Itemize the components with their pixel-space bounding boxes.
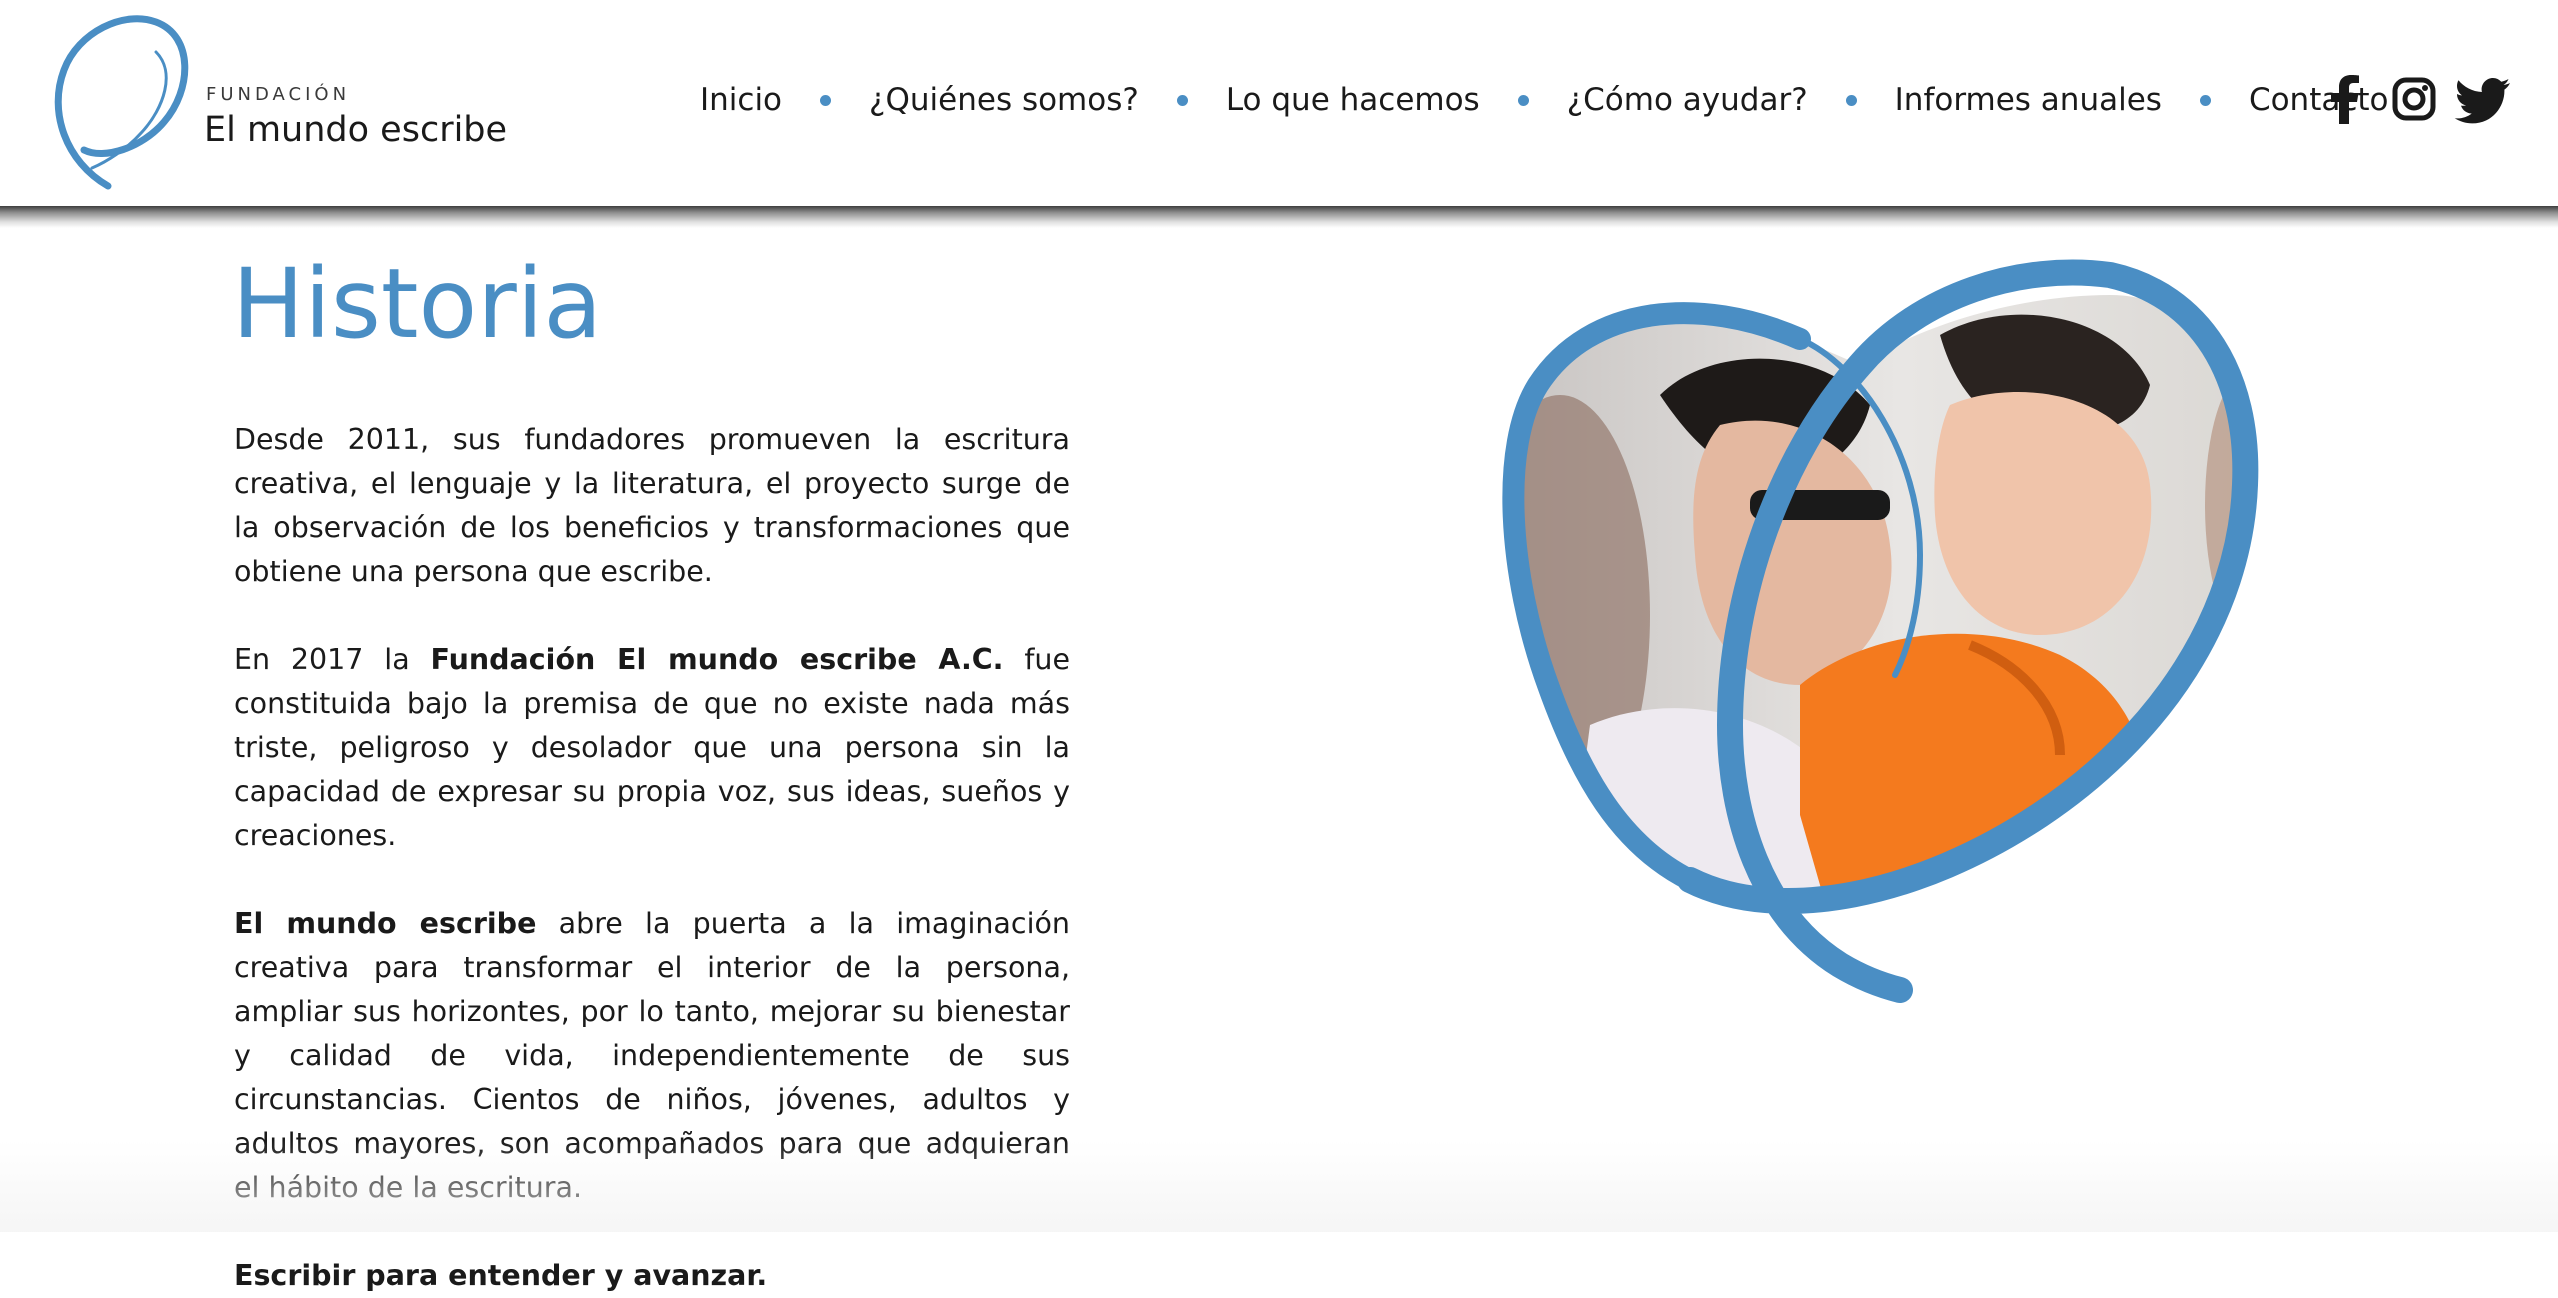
paragraph-2: En 2017 la Fundación El mundo escribe A.… <box>234 643 1070 852</box>
hero-image <box>1500 255 2300 1155</box>
header-shadow <box>0 204 2558 228</box>
nav-separator <box>2199 94 2211 106</box>
site-header: FUNDACIÓN El mundo escribe Inicio ¿Quién… <box>0 0 2558 206</box>
instagram-icon[interactable] <box>2390 74 2438 126</box>
logo-subtitle: FUNDACIÓN <box>206 84 351 105</box>
nav-separator <box>1176 94 1188 106</box>
nav-separator <box>820 94 832 106</box>
nav-item-quienes-somos[interactable]: ¿Quiénes somos? <box>869 82 1139 118</box>
facebook-icon[interactable] <box>2322 74 2370 126</box>
paragraph-3: El mundo escribe abre la puerta a la ima… <box>234 907 1070 1204</box>
tagline: Escribir para entender y avanzar. <box>234 1259 768 1292</box>
history-text: Desde 2011, sus fundadores promueven la … <box>234 418 1070 1298</box>
twitter-icon[interactable] <box>2454 74 2510 126</box>
page-title: Historia <box>232 248 603 360</box>
main-nav: Inicio ¿Quiénes somos? Lo que hacemos ¿C… <box>700 70 2389 130</box>
logo[interactable]: FUNDACIÓN El mundo escribe <box>46 12 508 192</box>
nav-item-inicio[interactable]: Inicio <box>700 82 782 118</box>
nav-separator <box>1517 94 1529 106</box>
nav-item-informes-anuales[interactable]: Informes anuales <box>1895 82 2162 118</box>
logo-title: El mundo escribe <box>204 110 508 150</box>
nav-item-lo-que-hacemos[interactable]: Lo que hacemos <box>1226 82 1480 118</box>
nav-separator <box>1845 94 1857 106</box>
foundation-name: Fundación El mundo escribe A.C. <box>430 643 1004 676</box>
paragraph-1: Desde 2011, sus fundadores promueven la … <box>234 423 1070 588</box>
nav-item-como-ayudar[interactable]: ¿Cómo ayudar? <box>1567 82 1808 118</box>
brand-name: El mundo escribe <box>234 907 537 940</box>
logo-swirl-icon <box>54 15 189 190</box>
